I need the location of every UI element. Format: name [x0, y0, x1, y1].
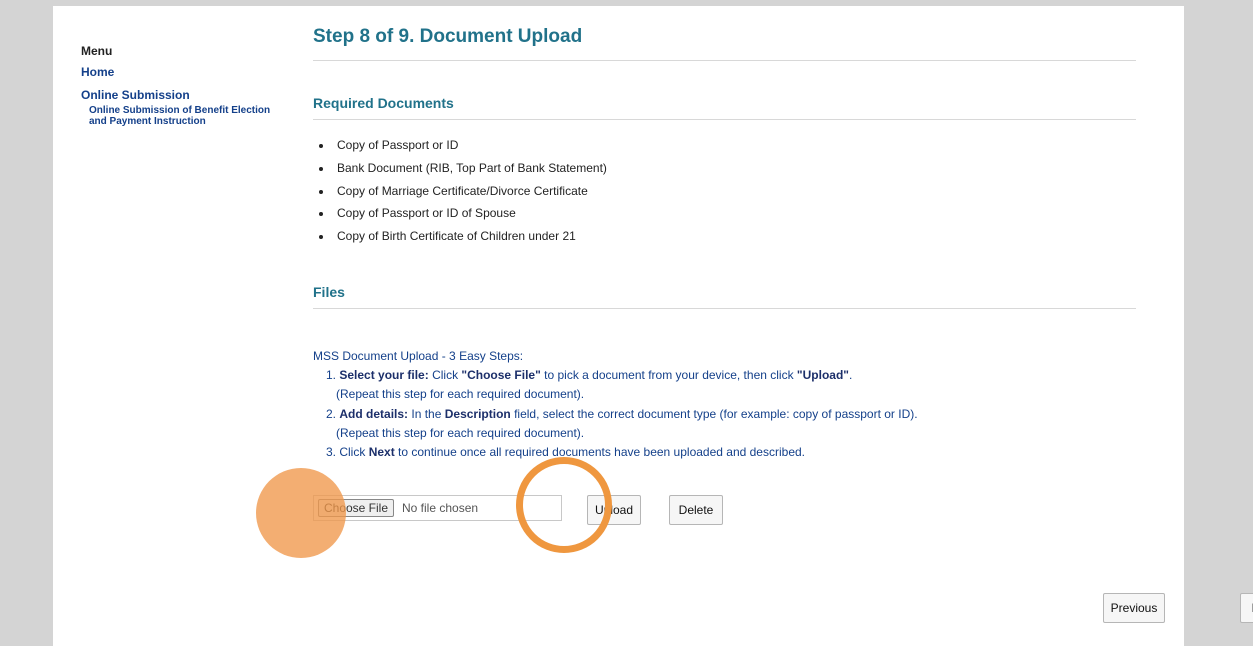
- menu-heading: Menu: [81, 44, 113, 58]
- step-keyword: Next: [368, 445, 395, 460]
- sidebar-item-benefit-election[interactable]: Online Submission of Benefit Election an…: [81, 105, 281, 127]
- page-panel: Menu Home Online Submission Online Submi…: [53, 6, 1253, 646]
- next-button[interactable]: Next: [1240, 593, 1253, 623]
- step-text: Click: [336, 445, 369, 460]
- step-text: to pick a document from your device, the…: [540, 368, 797, 383]
- page-title: Step 8 of 9. Document Upload: [313, 26, 583, 47]
- list-item: Copy of Birth Certificate of Children un…: [333, 225, 607, 248]
- step-text: Click: [428, 368, 462, 383]
- step-keyword: "Upload": [796, 368, 849, 383]
- title-divider: [313, 60, 1136, 61]
- instruction-step-3: 3. Click Next to continue once all requi…: [313, 443, 1113, 462]
- step-number: 2.: [326, 406, 337, 421]
- required-divider: [313, 119, 1136, 120]
- step-text: field, select the correct document type …: [510, 406, 918, 421]
- step-text: .: [848, 368, 853, 383]
- step-text: In the: [408, 406, 445, 421]
- required-documents-heading: Required Documents: [313, 95, 454, 111]
- step-number: 1.: [326, 368, 337, 383]
- step-text: to continue once all required documents …: [394, 445, 805, 460]
- sidebar-item-online-submission[interactable]: Online Submission: [81, 88, 281, 102]
- upload-highlight-ring: [516, 457, 612, 553]
- list-item: Copy of Passport or ID of Spouse: [333, 202, 607, 225]
- required-documents-list: Copy of Passport or ID Bank Document (RI…: [313, 134, 607, 248]
- instructions-intro: MSS Document Upload - 3 Easy Steps:: [313, 349, 524, 363]
- files-heading: Files: [313, 284, 345, 300]
- list-item: Copy of Marriage Certificate/Divorce Cer…: [333, 180, 607, 203]
- instruction-repeat-note: (Repeat this step for each required docu…: [336, 425, 585, 440]
- instruction-step-2: 2. Add details: In the Description field…: [313, 405, 1113, 424]
- sidebar-item-home[interactable]: Home: [81, 65, 281, 79]
- upload-instructions: MSS Document Upload - 3 Easy Steps: 1. S…: [313, 347, 1113, 462]
- list-item: Bank Document (RIB, Top Part of Bank Sta…: [333, 157, 607, 180]
- list-item: Copy of Passport or ID: [333, 134, 607, 157]
- step-number: 3.: [326, 445, 337, 460]
- choose-file-highlight: [256, 468, 346, 558]
- file-status: No file chosen: [402, 501, 479, 515]
- sidebar-menu: Menu Home Online Submission Online Submi…: [81, 44, 281, 127]
- instruction-step-1: 1. Select your file: Click "Choose File"…: [313, 366, 1113, 385]
- step-title: Add details:: [339, 406, 409, 421]
- step-title: Select your file:: [339, 368, 429, 383]
- step-keyword: "Choose File": [461, 368, 541, 383]
- instruction-repeat-note: (Repeat this step for each required docu…: [336, 387, 585, 402]
- files-divider: [313, 308, 1136, 309]
- previous-button[interactable]: Previous: [1103, 593, 1165, 623]
- step-keyword: Description: [444, 406, 511, 421]
- delete-button[interactable]: Delete: [669, 495, 723, 525]
